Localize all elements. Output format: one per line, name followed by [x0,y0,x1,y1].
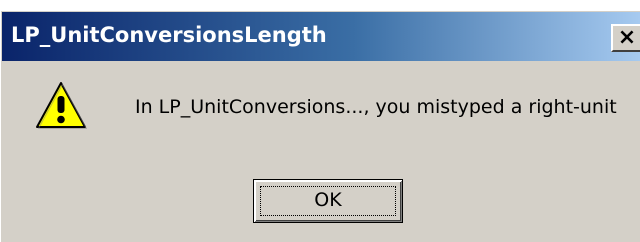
dialog-message: In LP_UnitConversions..., you mistyped a… [135,96,617,118]
ok-button-label: OK [314,189,342,211]
ok-button[interactable]: OK [253,179,403,223]
title-bar[interactable]: LP_UnitConversionsLength [2,12,640,61]
close-icon: × [617,25,637,50]
window-title: LP_UnitConversionsLength [11,23,327,47]
message-dialog: LP_UnitConversionsLength × In LP_UnitCon… [0,10,640,242]
warning-icon [36,82,87,129]
close-button[interactable]: × [611,24,640,52]
